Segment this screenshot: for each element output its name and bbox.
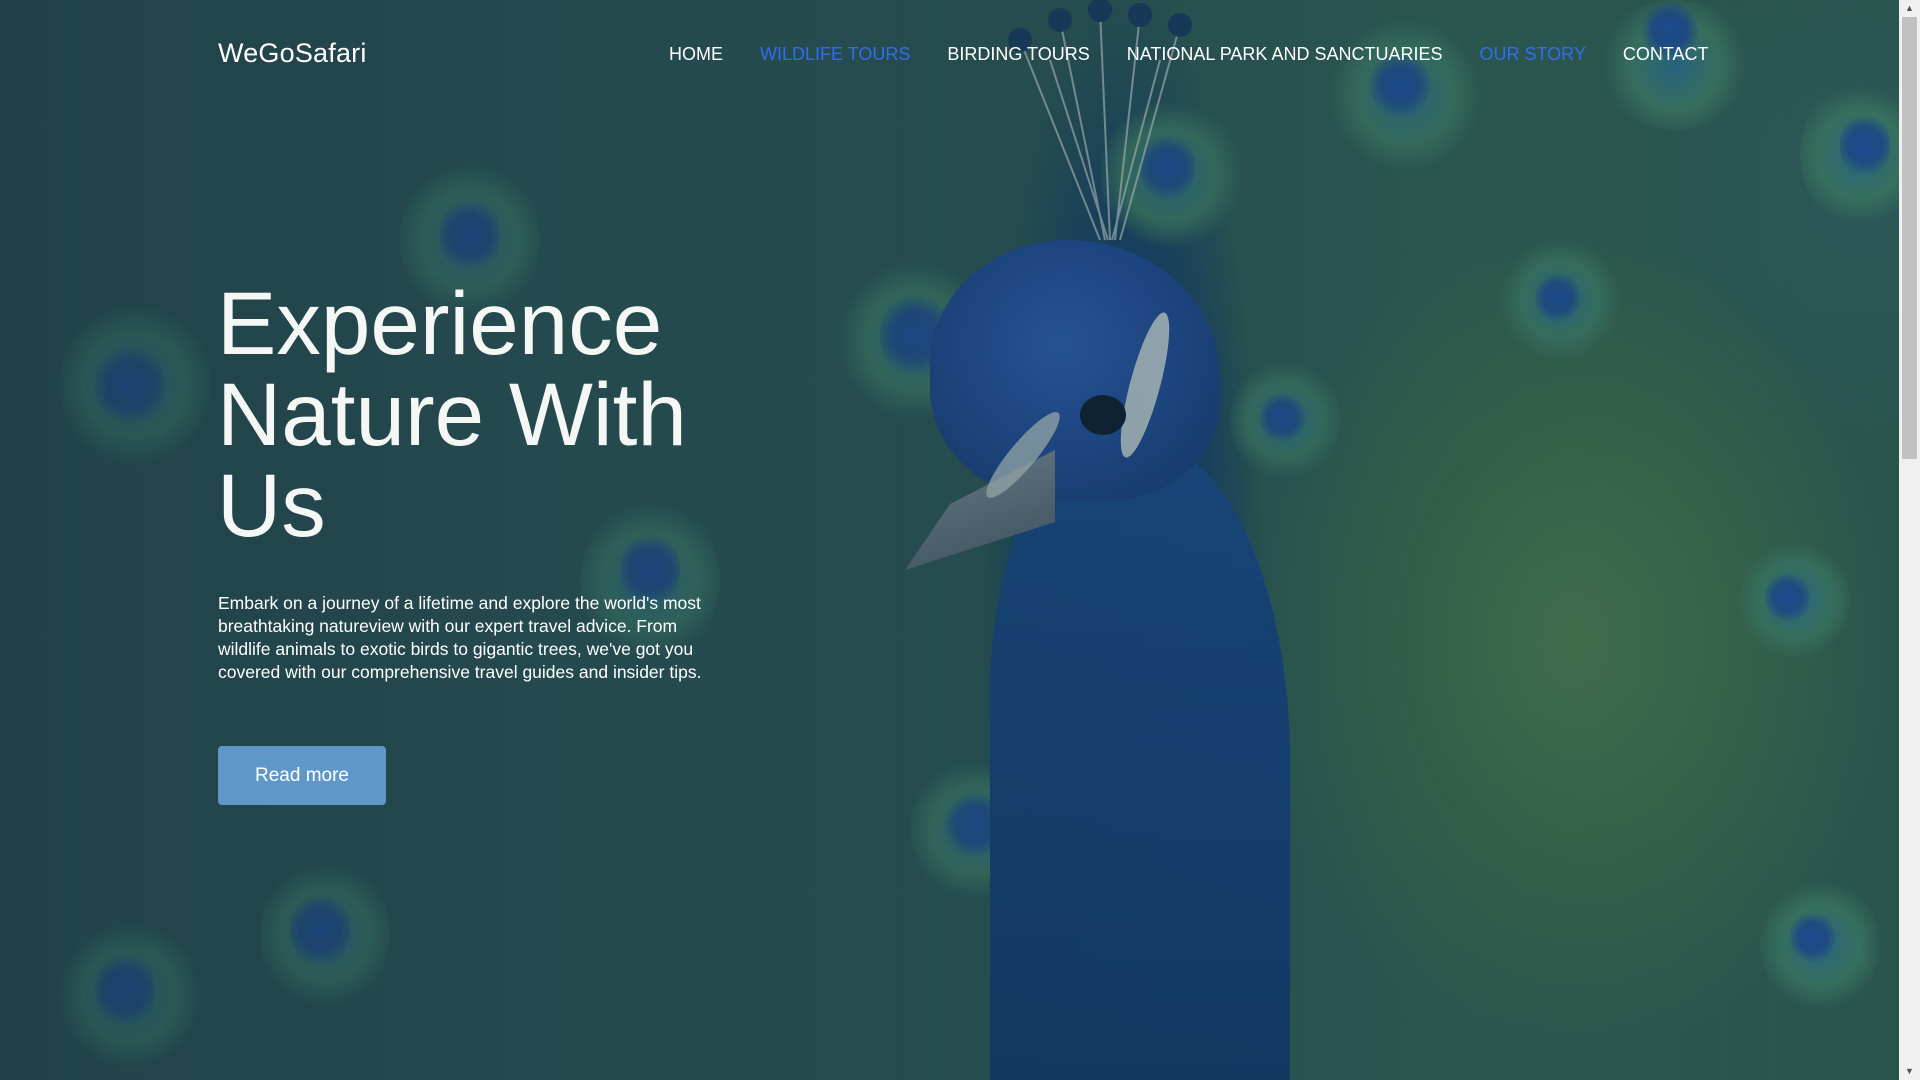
triangle-up-icon[interactable]: ▲ — [1899, 0, 1920, 17]
nav-item-national-park-and-sanctuaries[interactable]: NATIONAL PARK AND SANCTUARIES — [1127, 44, 1443, 65]
read-more-button[interactable]: Read more — [218, 746, 386, 805]
vertical-scrollbar[interactable]: ▲ ▼ — [1899, 0, 1920, 1080]
nav-item-contact[interactable]: CONTACT — [1623, 44, 1709, 65]
hero-description: Embark on a journey of a lifetime and ex… — [218, 593, 702, 682]
nav-item-home[interactable]: HOME — [669, 44, 723, 65]
nav-item-wildlife-tours[interactable]: WILDLIFE TOURS — [760, 44, 910, 65]
brand-logo[interactable]: WeGoSafari — [218, 38, 367, 69]
site-header: WeGoSafari HOME WILDLIFE TOURS BIRDING T… — [0, 0, 1899, 110]
triangle-down-icon[interactable]: ▼ — [1899, 1063, 1920, 1080]
nav-item-our-story[interactable]: OUR STORY — [1479, 44, 1585, 65]
main-nav: HOME WILDLIFE TOURS BIRDING TOURS NATION… — [669, 44, 1709, 65]
hero-headline: Experience Nature With Us — [217, 273, 687, 555]
scrollbar-thumb[interactable] — [1902, 17, 1917, 459]
nav-item-birding-tours[interactable]: BIRDING TOURS — [947, 44, 1089, 65]
